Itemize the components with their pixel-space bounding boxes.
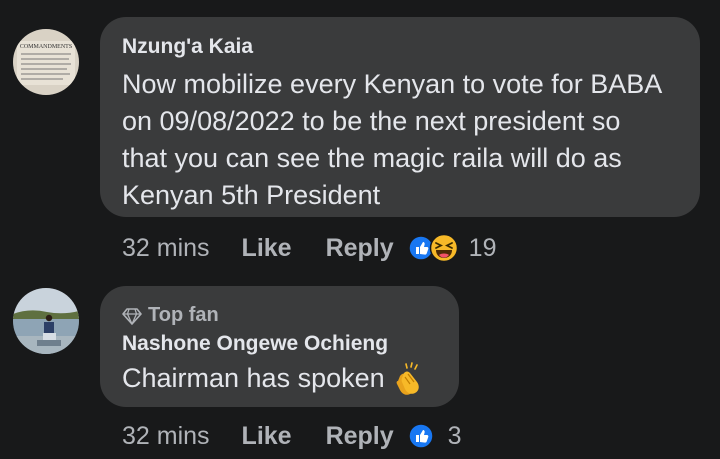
comment-author[interactable]: Nzung'a Kaia (122, 35, 700, 59)
svg-text:COMMANDMENTS: COMMANDMENTS (20, 44, 72, 50)
comment-timestamp[interactable]: 32 mins (122, 234, 210, 263)
top-fan-badge[interactable]: Top fan (122, 304, 459, 327)
comment-actions: 32 mins Like Reply 3 (122, 418, 462, 454)
clapping-hands-emoji-icon (396, 361, 419, 395)
like-button[interactable]: Like (242, 234, 292, 263)
like-icon (407, 423, 434, 449)
reaction-count: 3 (447, 421, 462, 450)
diamond-icon (122, 307, 142, 325)
comment-author[interactable]: Nashone Ongewe Ochieng (122, 332, 459, 356)
top-fan-label: Top fan (148, 304, 219, 326)
reaction-count: 19 (468, 233, 497, 262)
laughing-emoji-icon (429, 233, 458, 263)
comment-text-line: Now mobilize every Kenyan to vote for BA… (122, 69, 663, 99)
comment-text-line: Kenyan 5th President (122, 180, 381, 210)
ten-commandments-avatar-icon: COMMANDMENTS (13, 29, 79, 95)
comment-text-line: that you can see the magic raila will do… (122, 143, 622, 173)
reactions-summary[interactable]: 19 (407, 233, 497, 263)
comment-text-line: on 09/08/2022 to be the next president s… (122, 106, 621, 136)
comment-actions: 32 mins Like Reply 19 (122, 230, 496, 266)
reactions-summary[interactable]: 3 (407, 421, 462, 451)
reply-button[interactable]: Reply (326, 422, 394, 451)
comment-text: Chairman has spoken (122, 360, 459, 397)
comment-bubble: Nzung'a Kaia Now mobilize every Kenyan t… (100, 17, 700, 217)
comment-text: Now mobilize every Kenyan to vote for BA… (122, 66, 700, 214)
comment-text-line: Chairman has spoken (122, 363, 385, 393)
comment-timestamp[interactable]: 32 mins (122, 422, 210, 451)
lakeside-person-avatar-icon (13, 288, 79, 354)
reply-button[interactable]: Reply (326, 234, 394, 263)
avatar[interactable] (13, 288, 79, 354)
like-button[interactable]: Like (242, 422, 292, 451)
avatar[interactable]: COMMANDMENTS (13, 29, 79, 95)
comment-bubble: Top fan Nashone Ongewe Ochieng Chairman … (100, 286, 459, 407)
